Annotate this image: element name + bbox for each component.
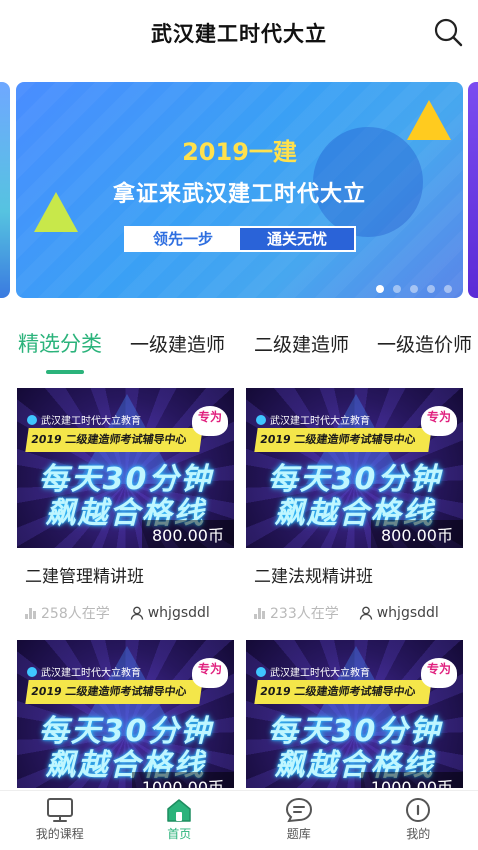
course-price: 1000.00币 [360, 772, 463, 788]
question-bank-icon [285, 797, 312, 823]
course-card[interactable]: 武汉建工时代大立教育 2019 二级建造师考试辅导中心 专为 每天30分钟 飙越… [17, 388, 234, 623]
thumb-org-text: 武汉建工时代大立教育 [270, 668, 370, 679]
stats-bars-icon [25, 607, 37, 619]
course-thumbnail[interactable]: 武汉建工时代大立教育 2019 二级建造师考试辅导中心 专为 每天30分钟 飙越… [17, 388, 234, 548]
course-price: 800.00币 [142, 520, 234, 548]
tab-first-class-cost-engineer[interactable]: 一级造价师 [377, 330, 472, 357]
course-card[interactable]: 武汉建工时代大立教育 2019 二级建造师考试辅导中心 专为 每天30分钟 飙越… [246, 388, 463, 623]
thumb-badge: 专为 [192, 658, 228, 688]
course-thumbnail[interactable]: 武汉建工时代大立教育 2019 二级建造师考试辅导中心 专为 每天30分钟 飙越… [246, 640, 463, 788]
tab-second-class-constructor[interactable]: 二级建造师 [254, 330, 349, 357]
banner-year-text: 2019一建 [182, 138, 297, 166]
course-card[interactable]: 武汉建工时代大立教育 2019 二级建造师考试辅导中心 专为 每天30分钟 飙越… [17, 640, 234, 788]
thumb-org-text: 武汉建工时代大立教育 [270, 416, 370, 427]
thumb-strip: 2019 二级建造师考试辅导中心 [254, 428, 432, 452]
page-title: 武汉建工时代大立 [151, 22, 327, 46]
course-author: whjgsddl [359, 605, 439, 621]
active-tab-indicator [46, 370, 84, 374]
course-meta: 258人在学 whjgsddl [25, 603, 234, 623]
app-screen: 武汉建工时代大立 2019一建 拿证来武汉建工时代大立 领先一步 通关无忧 精选… [0, 0, 478, 850]
thumb-badge: 专为 [421, 406, 457, 436]
banner-slogan-pill: 领先一步 通关无忧 [124, 226, 356, 252]
prev-banner-peek[interactable] [0, 82, 10, 298]
user-icon [130, 606, 143, 620]
banner-headline: 拿证来武汉建工时代大立 [112, 182, 366, 207]
learner-count: 258人在学 [41, 606, 110, 622]
org-logo-icon [256, 414, 266, 425]
top-bar: 武汉建工时代大立 [0, 0, 478, 66]
nav-profile[interactable]: 我的 [359, 791, 478, 850]
tab-featured[interactable]: 精选分类 [18, 328, 102, 358]
org-logo-icon [256, 666, 266, 677]
learner-count: 233人在学 [270, 606, 339, 622]
search-icon [434, 18, 463, 47]
nav-label: 我的课程 [35, 827, 84, 841]
nav-question-bank[interactable]: 题库 [239, 791, 359, 850]
thumb-org: 武汉建工时代大立教育 [256, 412, 370, 427]
banner-carousel[interactable]: 2019一建 拿证来武汉建工时代大立 领先一步 通关无忧 [0, 82, 478, 300]
thumb-org-text: 武汉建工时代大立教育 [41, 416, 141, 427]
course-meta: 233人在学 whjgsddl [254, 603, 463, 623]
carousel-dot[interactable] [393, 285, 401, 293]
thumb-strip: 2019 二级建造师考试辅导中心 [25, 428, 203, 452]
nav-my-courses[interactable]: 我的课程 [0, 791, 120, 850]
thumb-strip: 2019 二级建造师考试辅导中心 [254, 680, 432, 704]
carousel-dot[interactable] [444, 285, 452, 293]
profile-icon [406, 798, 431, 822]
org-logo-icon [27, 414, 37, 425]
bottom-nav: 我的课程 首页 题库 我的 [0, 790, 478, 850]
thumb-org-text: 武汉建工时代大立教育 [41, 668, 141, 679]
carousel-dot[interactable] [410, 285, 418, 293]
banner-pill-right: 通关无忧 [240, 228, 354, 250]
nav-label: 我的 [406, 827, 431, 841]
stats-bars-icon [254, 607, 266, 619]
home-icon [167, 799, 191, 822]
course-thumbnail[interactable]: 武汉建工时代大立教育 2019 二级建造师考试辅导中心 专为 每天30分钟 飙越… [17, 640, 234, 788]
carousel-dot[interactable] [376, 285, 384, 293]
course-title[interactable]: 二建法规精讲班 [254, 562, 463, 587]
next-banner-peek[interactable] [468, 82, 478, 298]
category-tabs: 精选分类 一级建造师 二级建造师 一级造价师 [0, 326, 478, 376]
course-price: 800.00币 [371, 520, 463, 548]
thumb-badge: 专为 [421, 658, 457, 688]
search-button[interactable] [432, 16, 464, 48]
org-logo-icon [27, 666, 37, 677]
carousel-dots [376, 285, 452, 293]
author-name: whjgsddl [376, 605, 439, 621]
thumb-strip: 2019 二级建造师考试辅导中心 [25, 680, 203, 704]
tv-icon [46, 798, 73, 822]
tab-first-class-constructor[interactable]: 一级建造师 [130, 330, 225, 357]
author-name: whjgsddl [147, 605, 210, 621]
course-title[interactable]: 二建管理精讲班 [25, 562, 234, 587]
course-price: 1000.00币 [131, 772, 234, 788]
course-grid: 武汉建工时代大立教育 2019 二级建造师考试辅导中心 专为 每天30分钟 飙越… [0, 388, 478, 788]
nav-label: 题库 [286, 827, 311, 841]
thumb-badge: 专为 [192, 406, 228, 436]
course-thumbnail[interactable]: 武汉建工时代大立教育 2019 二级建造师考试辅导中心 专为 每天30分钟 飙越… [246, 388, 463, 548]
thumb-org: 武汉建工时代大立教育 [27, 664, 141, 679]
banner-pill-left: 领先一步 [126, 228, 240, 250]
thumb-org: 武汉建工时代大立教育 [256, 664, 370, 679]
carousel-dot[interactable] [427, 285, 435, 293]
course-card[interactable]: 武汉建工时代大立教育 2019 二级建造师考试辅导中心 专为 每天30分钟 飙越… [246, 640, 463, 788]
nav-home[interactable]: 首页 [120, 791, 240, 850]
banner-slide[interactable]: 2019一建 拿证来武汉建工时代大立 领先一步 通关无忧 [16, 82, 463, 298]
nav-label: 首页 [167, 827, 192, 841]
course-author: whjgsddl [130, 605, 210, 621]
user-icon [359, 606, 372, 620]
thumb-org: 武汉建工时代大立教育 [27, 412, 141, 427]
